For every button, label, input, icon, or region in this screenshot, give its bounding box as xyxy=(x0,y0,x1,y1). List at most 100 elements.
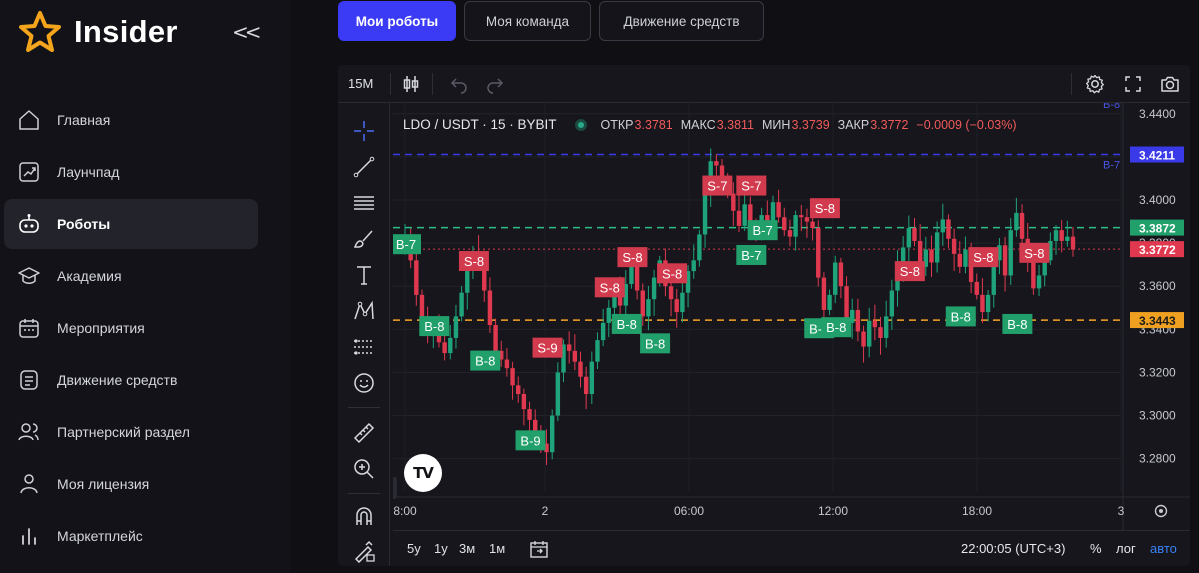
trade-signal-marker[interactable]: S-8 xyxy=(894,261,925,282)
trade-signal-marker[interactable]: S-8 xyxy=(594,277,625,298)
partners-icon xyxy=(17,420,41,444)
sidebar-item[interactable]: Движение средств xyxy=(4,355,258,405)
trade-signal-marker[interactable]: S-8 xyxy=(657,263,688,284)
percent-scale-button[interactable]: % xyxy=(1090,541,1102,556)
launchpad-icon xyxy=(17,160,41,184)
range-1y-button[interactable]: 1y xyxy=(434,541,448,556)
auto-scale-button[interactable]: авто xyxy=(1150,541,1177,556)
trade-signal-marker[interactable]: S-8 xyxy=(968,247,999,268)
log-scale-button[interactable]: лог xyxy=(1116,541,1136,556)
sidebar-item[interactable]: Мероприятия xyxy=(4,303,258,353)
fullscreen-icon[interactable] xyxy=(1122,73,1144,95)
undo-icon[interactable] xyxy=(448,73,470,95)
candle-body xyxy=(1008,230,1013,276)
candle-body xyxy=(980,294,985,313)
candle-body xyxy=(912,228,917,241)
trade-signal-marker[interactable]: B-8 xyxy=(640,333,671,354)
redo-icon[interactable] xyxy=(484,73,506,95)
trade-signal-marker[interactable]: B-8 xyxy=(821,317,852,338)
candle-body xyxy=(793,215,798,237)
trade-signal-marker[interactable]: S-7 xyxy=(736,175,767,196)
sidebar-item[interactable]: Моя лицензия xyxy=(4,459,258,509)
tab-my-robots[interactable]: Мои роботы xyxy=(338,1,456,41)
trade-signal-marker[interactable]: S-7 xyxy=(702,175,733,196)
trade-signal-marker[interactable]: S-8 xyxy=(809,198,840,219)
brush-icon[interactable] xyxy=(352,227,376,251)
range-1m-button[interactable]: 1м xyxy=(489,541,505,556)
zoom-in-icon[interactable] xyxy=(352,457,376,481)
toolbar-divider xyxy=(432,73,433,95)
crosshair-icon[interactable] xyxy=(352,119,376,143)
lock-drawings-icon[interactable] xyxy=(352,539,376,563)
trade-signal-marker[interactable]: S-8 xyxy=(458,251,489,272)
toolbar-divider xyxy=(1071,73,1072,95)
signal-label: B-7 xyxy=(753,223,773,238)
candle-body xyxy=(833,262,838,295)
candles-icon[interactable] xyxy=(400,73,422,95)
trade-signal-marker[interactable]: S-8 xyxy=(617,247,648,268)
chart-clock[interactable]: 22:00:05 (UTC+3) xyxy=(961,541,1065,556)
sidebar-item[interactable]: Роботы xyxy=(4,199,258,249)
trend-line-icon[interactable] xyxy=(352,155,376,179)
sidebar-item[interactable]: Маркетплейс xyxy=(4,511,258,561)
sidebar-item[interactable]: Главная xyxy=(4,95,258,145)
trade-signal-marker[interactable]: S-9 xyxy=(532,337,563,358)
line-tag: B-7 xyxy=(1103,160,1120,172)
sidebar-item[interactable]: Лаунчпад xyxy=(4,147,258,197)
tab-money-flow[interactable]: Движение средств xyxy=(599,1,764,41)
settings-gear-icon[interactable] xyxy=(1084,73,1106,95)
tab-my-team[interactable]: Моя команда xyxy=(464,1,591,41)
market-open-indicator xyxy=(574,118,587,131)
trade-signal-marker[interactable]: B-8 xyxy=(1002,313,1033,334)
trade-signal-marker[interactable]: B-7 xyxy=(393,234,421,255)
camera-screenshot-icon[interactable] xyxy=(1159,73,1181,95)
trade-signal-marker[interactable]: B-9 xyxy=(515,430,546,451)
text-tool-icon[interactable] xyxy=(352,263,376,287)
trade-signal-marker[interactable]: B-8 xyxy=(611,313,642,334)
sidebar-item[interactable]: Партнерский раздел xyxy=(4,407,258,457)
collapse-sidebar-button[interactable]: << xyxy=(232,20,261,44)
trade-signal-marker[interactable]: B-7 xyxy=(736,244,767,265)
candle-body xyxy=(1002,245,1008,276)
magnet-icon[interactable] xyxy=(352,505,376,529)
license-icon xyxy=(17,472,41,496)
signal-label: S-9 xyxy=(537,341,557,356)
time-tick-label: 12:00 xyxy=(818,504,848,518)
ruler-icon[interactable] xyxy=(352,421,376,445)
sidebar-item-label: Партнерский раздел xyxy=(57,424,190,440)
drawing-tools-panel xyxy=(338,103,390,566)
candle-body xyxy=(668,286,674,300)
trade-signal-marker[interactable]: B-8 xyxy=(419,316,450,337)
trade-signal-marker[interactable]: B-8 xyxy=(470,350,501,371)
sidebar-item[interactable]: Академия xyxy=(4,251,258,301)
candle-body xyxy=(595,340,600,362)
trade-signal-marker[interactable]: B-8 xyxy=(945,306,976,327)
candle-body xyxy=(419,294,425,319)
range-3m-button[interactable]: 3м xyxy=(459,541,475,556)
sidebar-item-label: Маркетплейс xyxy=(57,528,143,544)
prediction-icon[interactable] xyxy=(352,335,376,359)
tradingview-logo[interactable]: TV xyxy=(404,454,442,492)
logo[interactable]: Insider xyxy=(18,10,178,54)
collapse-toolbar-toggle[interactable] xyxy=(393,477,397,499)
high-value: 3.3811 xyxy=(716,117,754,132)
symbol-title[interactable]: LDO / USDT · 15 · BYBIT xyxy=(403,117,557,132)
timeframe-button[interactable]: 15M xyxy=(348,76,373,91)
price-chart[interactable]: B-7 B-8 S-8 B-8 S-9 B-9 S-8 B-8 S-8 B-8 S-8 S-7 S-7 B… xyxy=(393,103,1190,530)
candle-body xyxy=(1019,212,1025,239)
date-range-icon[interactable] xyxy=(529,539,549,559)
candle-body xyxy=(782,217,787,231)
trade-signal-marker[interactable]: B-7 xyxy=(747,220,778,241)
emoji-icon[interactable] xyxy=(352,371,376,395)
pattern-icon[interactable] xyxy=(352,299,376,323)
trade-signal-marker[interactable]: S-8 xyxy=(1019,242,1050,263)
price-line-label: 3.3443 xyxy=(1139,314,1176,328)
candle-body xyxy=(883,316,889,338)
candle-body xyxy=(985,294,991,313)
candle-body xyxy=(821,277,827,310)
candle-body xyxy=(1053,230,1059,241)
sidebar-item-label: Движение средств xyxy=(57,372,178,388)
brand-name: Insider xyxy=(74,14,178,49)
range-5y-button[interactable]: 5y xyxy=(407,541,421,556)
fib-levels-icon[interactable] xyxy=(352,191,376,215)
